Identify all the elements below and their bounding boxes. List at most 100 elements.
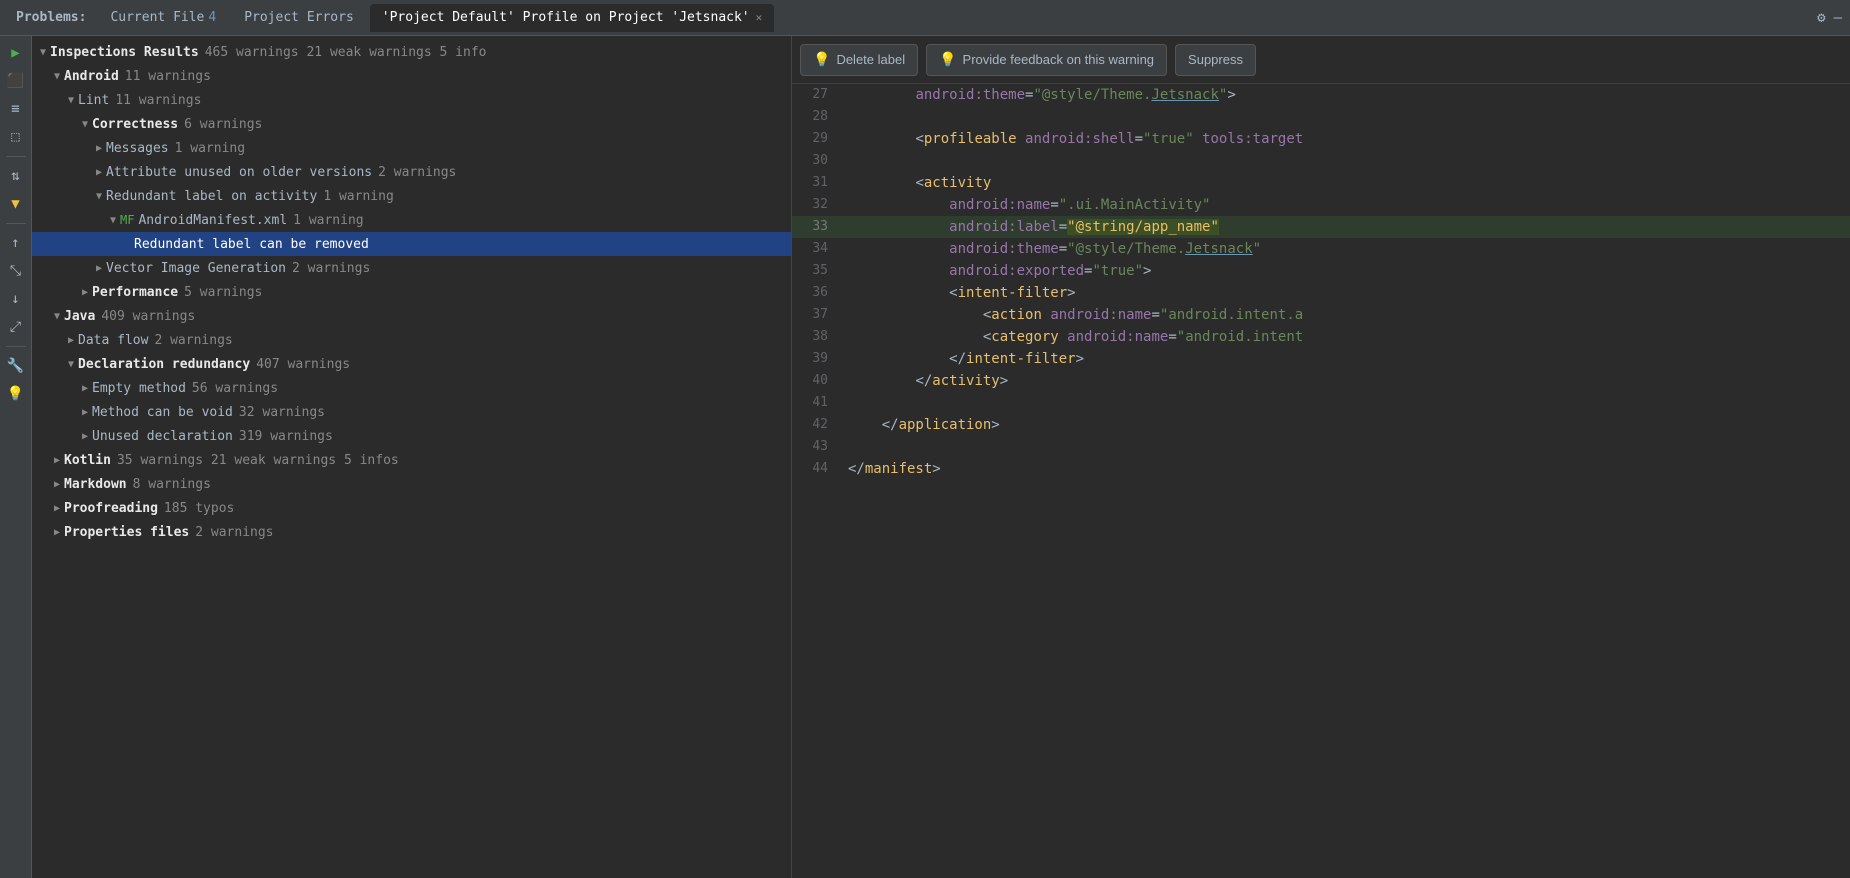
tree-count-method-void: 32 warnings	[239, 405, 325, 420]
tree-item-properties[interactable]: ▶ Properties files 2 warnings	[32, 520, 791, 544]
wrench-icon[interactable]: 🔧	[5, 355, 27, 377]
xml-file-icon: MF	[120, 213, 134, 227]
tree-item-correctness[interactable]: ▼ Correctness 6 warnings	[32, 112, 791, 136]
tree-panel: ▼ Inspections Results 465 warnings 21 we…	[32, 36, 792, 878]
minimize-icon[interactable]: —	[1834, 10, 1842, 26]
tree-arrow-android: ▼	[50, 71, 64, 82]
feedback-button[interactable]: 💡 Provide feedback on this warning	[926, 44, 1167, 76]
line-content-34: android:theme="@style/Theme.Jetsnack"	[840, 238, 1850, 260]
problems-label: Problems:	[8, 10, 94, 25]
line-content-28	[840, 106, 1850, 128]
expand-icon[interactable]: ⤢	[5, 316, 27, 338]
line-num-27: 27	[792, 84, 840, 106]
arrow-down-icon[interactable]: ↓	[5, 288, 27, 310]
delete-label-button[interactable]: 💡 Delete label	[800, 44, 918, 76]
tree-item-lint[interactable]: ▼ Lint 11 warnings	[32, 88, 791, 112]
line-content-43	[840, 436, 1850, 458]
tree-arrow-decl-redundancy: ▼	[64, 359, 78, 370]
tree-count-android: 11 warnings	[125, 69, 211, 84]
tree-label-markdown: Markdown	[64, 477, 127, 492]
tree-item-java[interactable]: ▼ Java 409 warnings	[32, 304, 791, 328]
tab-bar: Problems: Current File 4 Project Errors …	[0, 0, 1850, 36]
tree-count-properties: 2 warnings	[195, 525, 273, 540]
line-num-42: 42	[792, 414, 840, 436]
tree-arrow-correctness: ▼	[78, 119, 92, 130]
tab-current-file[interactable]: Current File 4	[98, 4, 228, 32]
tree-item-proofreading[interactable]: ▶ Proofreading 185 typos	[32, 496, 791, 520]
line-content-31: <activity	[840, 172, 1850, 194]
tree-arrow-kotlin: ▶	[50, 455, 64, 466]
tree-arrow-attr-unused: ▶	[92, 167, 106, 178]
tree-label-properties: Properties files	[64, 525, 189, 540]
tree-item-redundant-can-be-removed[interactable]: Redundant label can be removed	[32, 232, 791, 256]
settings-icon[interactable]: ⚙	[1817, 10, 1825, 26]
tree-item-empty-method[interactable]: ▶ Empty method 56 warnings	[32, 376, 791, 400]
tree-item-messages[interactable]: ▶ Messages 1 warning	[32, 136, 791, 160]
code-line-43: 43	[792, 436, 1850, 458]
arrow-up-icon[interactable]: ↑	[5, 232, 27, 254]
line-content-44: </manifest>	[840, 458, 1850, 480]
tree-item-markdown[interactable]: ▶ Markdown 8 warnings	[32, 472, 791, 496]
tree-header-label: Inspections Results	[50, 45, 199, 60]
code-line-39: 39 </intent-filter>	[792, 348, 1850, 370]
tree-label-decl-redundancy: Declaration redundancy	[78, 357, 250, 372]
code-line-35: 35 android:exported="true">	[792, 260, 1850, 282]
line-content-42: </application>	[840, 414, 1850, 436]
tree-label-empty-method: Empty method	[92, 381, 186, 396]
tree-item-performance[interactable]: ▶ Performance 5 warnings	[32, 280, 791, 304]
tree-count-vector: 2 warnings	[292, 261, 370, 276]
tree-item-kotlin[interactable]: ▶ Kotlin 35 warnings 21 weak warnings 5 …	[32, 448, 791, 472]
tree-item-dataflow[interactable]: ▶ Data flow 2 warnings	[32, 328, 791, 352]
code-area[interactable]: 27 android:theme="@style/Theme.Jetsnack"…	[792, 84, 1850, 878]
line-num-28: 28	[792, 106, 840, 128]
tree-header[interactable]: ▼ Inspections Results 465 warnings 21 we…	[32, 40, 791, 64]
tree-item-vector-image[interactable]: ▶ Vector Image Generation 2 warnings	[32, 256, 791, 280]
tree-count-unused-decl: 319 warnings	[239, 429, 333, 444]
collapse-icon[interactable]: ⤡	[5, 260, 27, 282]
code-line-36: 36 <intent-filter>	[792, 282, 1850, 304]
suppress-button[interactable]: Suppress	[1175, 44, 1256, 76]
filter-icon[interactable]: ▼	[5, 193, 27, 215]
tree-item-redundant-label[interactable]: ▼ Redundant label on activity 1 warning	[32, 184, 791, 208]
tree-arrow-performance: ▶	[78, 287, 92, 298]
feedback-text: Provide feedback on this warning	[963, 52, 1155, 67]
line-num-44: 44	[792, 458, 840, 480]
tree-label-proofreading: Proofreading	[64, 501, 158, 516]
tree-item-decl-redundancy[interactable]: ▼ Declaration redundancy 407 warnings	[32, 352, 791, 376]
suppress-text: Suppress	[1188, 52, 1243, 67]
tree-item-method-void[interactable]: ▶ Method can be void 32 warnings	[32, 400, 791, 424]
tree-label-kotlin: Kotlin	[64, 453, 111, 468]
tree-arrow-unused-decl: ▶	[78, 431, 92, 442]
code-line-37: 37 <action android:name="android.intent.…	[792, 304, 1850, 326]
tree-item-android[interactable]: ▼ Android 11 warnings	[32, 64, 791, 88]
sort-icon[interactable]: ≡	[5, 98, 27, 120]
line-num-36: 36	[792, 282, 840, 304]
code-line-29: 29 <profileable android:shell="true" too…	[792, 128, 1850, 150]
tree-item-unused-decl[interactable]: ▶ Unused declaration 319 warnings	[32, 424, 791, 448]
filter-arrows-icon[interactable]: ⇅	[5, 165, 27, 187]
line-content-33: android:label="@string/app_name"	[840, 216, 1850, 238]
tab-project-errors[interactable]: Project Errors	[232, 4, 366, 32]
close-tab-icon[interactable]: ✕	[756, 11, 763, 24]
tree-arrow-androidmanifest: ▼	[106, 215, 120, 226]
tab-project-errors-label: Project Errors	[244, 10, 354, 25]
code-line-40: 40 </activity>	[792, 370, 1850, 392]
tree-count-decl-redundancy: 407 warnings	[256, 357, 350, 372]
tree-item-androidmanifest[interactable]: ▼ MF AndroidManifest.xml 1 warning	[32, 208, 791, 232]
run-icon[interactable]: ▶	[5, 42, 27, 64]
delete-label-icon: 💡	[813, 51, 830, 68]
line-num-40: 40	[792, 370, 840, 392]
tree-arrow-dataflow: ▶	[64, 335, 78, 346]
code-line-34: 34 android:theme="@style/Theme.Jetsnack"	[792, 238, 1850, 260]
export-icon[interactable]: ⬚	[5, 126, 27, 148]
tree-label-java: Java	[64, 309, 95, 324]
code-line-27: 27 android:theme="@style/Theme.Jetsnack"…	[792, 84, 1850, 106]
tab-profile[interactable]: 'Project Default' Profile on Project 'Je…	[370, 4, 774, 32]
tree-header-count: 465 warnings 21 weak warnings 5 info	[205, 45, 487, 60]
line-content-32: android:name=".ui.MainActivity"	[840, 194, 1850, 216]
main-container: ▶ ⬛ ≡ ⬚ ⇅ ▼ ↑ ⤡ ↓ ⤢ 🔧 💡 ▼ Inspections Re…	[0, 36, 1850, 878]
inspections-icon[interactable]: ⬛	[5, 70, 27, 92]
bulb-icon[interactable]: 💡	[5, 383, 27, 405]
code-line-44: 44 </manifest>	[792, 458, 1850, 480]
tree-item-attr-unused[interactable]: ▶ Attribute unused on older versions 2 w…	[32, 160, 791, 184]
